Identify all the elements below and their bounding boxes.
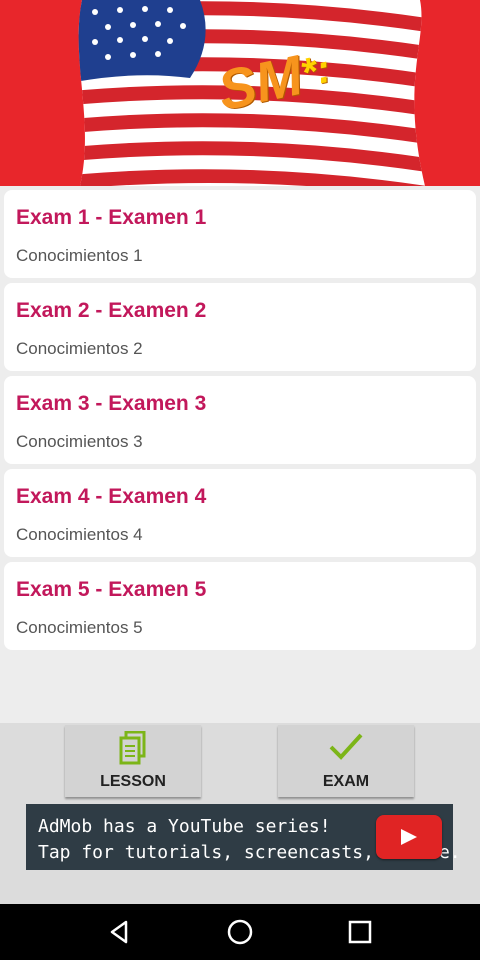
checkmark-icon [328,731,364,766]
bottom-bar: LESSON EXAM AdMob has a YouTube series! … [0,723,480,904]
lesson-tab-button[interactable]: LESSON [65,725,201,797]
back-triangle-icon[interactable] [106,918,134,946]
exam-list: Exam 1 - Examen 1 Conocimientos 1 Exam 2… [0,186,480,723]
exam-title: Exam 1 - Examen 1 [16,206,207,229]
exam-tab-button[interactable]: EXAM [278,725,414,797]
exam-card-5[interactable]: Exam 5 - Examen 5 Conocimientos 5 [4,562,476,650]
youtube-play-button[interactable] [376,815,442,859]
exam-title: Exam 5 - Examen 5 [16,578,207,601]
exam-title: Exam 2 - Examen 2 [16,299,207,322]
exam-subtitle: Conocimientos 1 [16,246,143,265]
header-banner: SM*: [0,0,480,186]
lesson-tab-label: LESSON [100,773,166,790]
ad-banner[interactable]: AdMob has a YouTube series! Tap for tuto… [26,804,461,870]
exam-subtitle: Conocimientos 4 [16,525,143,544]
exam-subtitle: Conocimientos 2 [16,339,143,358]
exam-title: Exam 3 - Examen 3 [16,392,207,415]
exam-subtitle: Conocimientos 3 [16,432,143,451]
exam-title: Exam 4 - Examen 4 [16,485,207,508]
exam-card-4[interactable]: Exam 4 - Examen 4 Conocimientos 4 [4,469,476,557]
document-copy-icon [118,730,148,770]
exam-card-3[interactable]: Exam 3 - Examen 3 Conocimientos 3 [4,376,476,464]
exam-tab-label: EXAM [322,773,370,790]
navigation-bar [0,904,480,960]
ad-text-line-1: AdMob has a YouTube series! [38,816,331,837]
exam-subtitle: Conocimientos 5 [16,618,143,637]
youtube-play-icon [401,829,417,845]
recents-square-icon[interactable] [346,918,374,946]
exam-card-1[interactable]: Exam 1 - Examen 1 Conocimientos 1 [4,190,476,278]
home-circle-icon[interactable] [226,918,254,946]
exam-card-2[interactable]: Exam 2 - Examen 2 Conocimientos 2 [4,283,476,371]
